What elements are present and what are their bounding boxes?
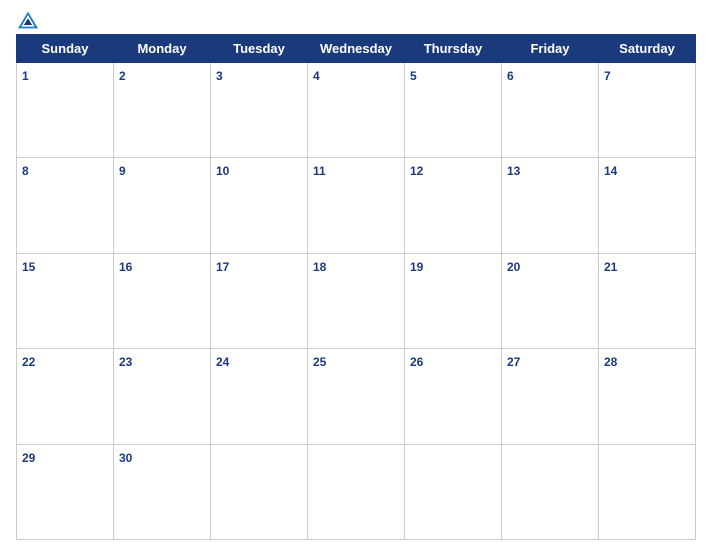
day-number: 28	[604, 355, 617, 369]
calendar-cell: 19	[405, 253, 502, 348]
calendar-cell: 2	[114, 63, 211, 158]
weekday-header-sunday: Sunday	[17, 35, 114, 63]
calendar-cell: 17	[211, 253, 308, 348]
weekday-header-monday: Monday	[114, 35, 211, 63]
day-number: 4	[313, 69, 320, 83]
calendar-cell: 22	[17, 349, 114, 444]
calendar-cell: 9	[114, 158, 211, 253]
calendar-cell: 3	[211, 63, 308, 158]
calendar-cell: 10	[211, 158, 308, 253]
weekday-row: SundayMondayTuesdayWednesdayThursdayFrid…	[17, 35, 696, 63]
calendar-cell: 8	[17, 158, 114, 253]
calendar-cell: 21	[599, 253, 696, 348]
calendar-body: 1234567891011121314151617181920212223242…	[17, 63, 696, 540]
day-number: 5	[410, 69, 417, 83]
day-number: 2	[119, 69, 126, 83]
day-number: 16	[119, 260, 132, 274]
day-number: 10	[216, 164, 229, 178]
weekday-header-wednesday: Wednesday	[308, 35, 405, 63]
day-number: 7	[604, 69, 611, 83]
weekday-header-thursday: Thursday	[405, 35, 502, 63]
calendar-table: SundayMondayTuesdayWednesdayThursdayFrid…	[16, 34, 696, 540]
calendar-cell: 28	[599, 349, 696, 444]
calendar-cell: 29	[17, 444, 114, 539]
calendar-weekdays: SundayMondayTuesdayWednesdayThursdayFrid…	[17, 35, 696, 63]
weekday-header-saturday: Saturday	[599, 35, 696, 63]
day-number: 9	[119, 164, 126, 178]
calendar-cell: 30	[114, 444, 211, 539]
week-row-3: 15 16 17 18 19 20 21	[17, 253, 696, 348]
calendar-cell: 13	[502, 158, 599, 253]
calendar-cell: 23	[114, 349, 211, 444]
day-number: 25	[313, 355, 326, 369]
calendar-cell: 15	[17, 253, 114, 348]
week-row-2: 8 9 10 11 12 13 14	[17, 158, 696, 253]
calendar-cell: 4	[308, 63, 405, 158]
calendar-cell: 16	[114, 253, 211, 348]
calendar-cell: 26	[405, 349, 502, 444]
calendar-cell	[599, 444, 696, 539]
calendar-cell: 24	[211, 349, 308, 444]
day-number: 22	[22, 355, 35, 369]
calendar-cell: 12	[405, 158, 502, 253]
day-number: 21	[604, 260, 617, 274]
day-number: 29	[22, 451, 35, 465]
calendar-cell	[502, 444, 599, 539]
day-number: 8	[22, 164, 29, 178]
calendar-cell	[405, 444, 502, 539]
calendar-cell: 6	[502, 63, 599, 158]
day-number: 27	[507, 355, 520, 369]
calendar-cell	[211, 444, 308, 539]
day-number: 11	[313, 164, 326, 178]
day-number: 20	[507, 260, 520, 274]
calendar-header	[16, 10, 696, 30]
day-number: 15	[22, 260, 35, 274]
calendar-cell: 27	[502, 349, 599, 444]
week-row-1: 1 2 3 4 5 6 7	[17, 63, 696, 158]
day-number: 14	[604, 164, 617, 178]
day-number: 13	[507, 164, 520, 178]
day-number: 30	[119, 451, 132, 465]
calendar-cell: 7	[599, 63, 696, 158]
calendar-cell: 5	[405, 63, 502, 158]
day-number: 19	[410, 260, 423, 274]
calendar-cell: 14	[599, 158, 696, 253]
day-number: 12	[410, 164, 423, 178]
calendar-cell: 20	[502, 253, 599, 348]
calendar-cell: 11	[308, 158, 405, 253]
day-number: 26	[410, 355, 423, 369]
day-number: 6	[507, 69, 514, 83]
week-row-4: 22 23 24 25 26 27 28	[17, 349, 696, 444]
calendar-cell: 1	[17, 63, 114, 158]
logo	[16, 10, 106, 30]
day-number: 3	[216, 69, 223, 83]
generalblue-icon	[16, 10, 40, 30]
day-number: 23	[119, 355, 132, 369]
calendar-cell	[308, 444, 405, 539]
weekday-header-tuesday: Tuesday	[211, 35, 308, 63]
day-number: 24	[216, 355, 229, 369]
day-number: 17	[216, 260, 229, 274]
calendar-cell: 18	[308, 253, 405, 348]
day-number: 18	[313, 260, 326, 274]
calendar-cell: 25	[308, 349, 405, 444]
week-row-5: 29 30	[17, 444, 696, 539]
weekday-header-friday: Friday	[502, 35, 599, 63]
day-number: 1	[22, 69, 29, 83]
